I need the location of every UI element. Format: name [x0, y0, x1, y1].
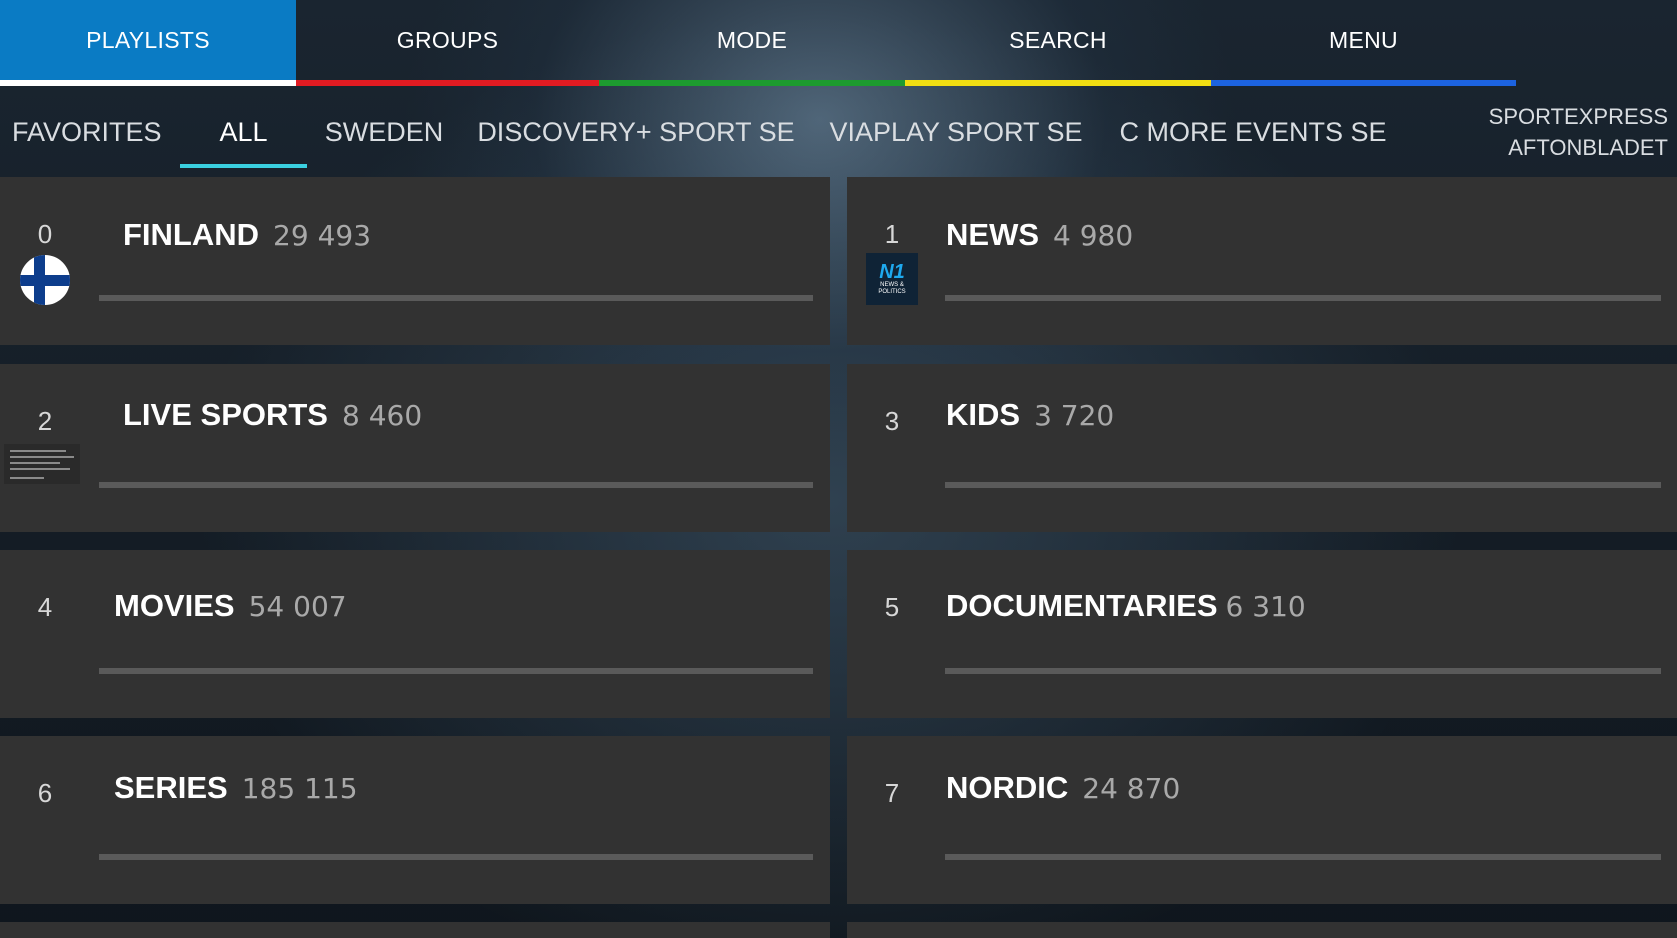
- group-card-partial-right[interactable]: [847, 922, 1677, 938]
- group-progress-bar: [945, 482, 1661, 488]
- nav-mode-label: MODE: [716, 26, 788, 53]
- group-card-series[interactable]: 6 SERIES 185 115: [0, 736, 830, 904]
- group-count: 54 007: [248, 590, 347, 623]
- group-name: NEWS: [946, 217, 1039, 252]
- tab-sportexpress-label: SPORTEXPRESS: [1488, 104, 1668, 129]
- playlist-tabs: FAVORITES ALL SWEDEN DISCOVERY+ SPORT SE…: [0, 86, 1677, 178]
- finland-flag-icon: [20, 255, 70, 305]
- group-name: FINLAND: [123, 217, 260, 252]
- nav-groups-button[interactable]: GROUPS: [296, 0, 599, 86]
- group-card-news[interactable]: 1 N1 NEWS & POLITICS NEWS 4 980: [847, 177, 1677, 345]
- group-index: 6: [37, 778, 53, 808]
- nav-menu-button[interactable]: MENU: [1211, 0, 1516, 86]
- group-title: SERIES 185 115: [114, 770, 358, 806]
- sports-thumbnail: [4, 444, 80, 484]
- group-count: 6 310: [1225, 590, 1306, 623]
- group-name: DOCUMENTARIES: [946, 588, 1218, 623]
- group-index: 4: [37, 592, 53, 622]
- group-count: 24 870: [1082, 772, 1181, 805]
- group-index: 0: [37, 219, 53, 249]
- group-progress-bar: [99, 295, 813, 301]
- tab-all-underline: [180, 164, 307, 168]
- top-navigation: PLAYLISTS GROUPS MODE SEARCH MENU: [0, 0, 1677, 86]
- group-card-finland[interactable]: 0 FINLAND 29 493: [0, 177, 830, 345]
- nav-search-button[interactable]: SEARCH: [905, 0, 1211, 86]
- group-count: 3 720: [1034, 399, 1115, 432]
- iptv-app-screen: PLAYLISTS GROUPS MODE SEARCH MENU FAVORI…: [0, 0, 1677, 938]
- group-count: 29 493: [273, 219, 372, 252]
- group-count: 185 115: [241, 772, 358, 805]
- group-progress-bar: [99, 854, 813, 860]
- group-name: MOVIES: [114, 588, 235, 623]
- nav-menu-label: MENU: [1329, 26, 1398, 53]
- group-card-movies[interactable]: 4 MOVIES 54 007: [0, 550, 830, 718]
- group-card-partial-left[interactable]: [0, 922, 830, 938]
- nav-groups-label: GROUPS: [396, 26, 499, 53]
- group-name: KIDS: [946, 397, 1021, 432]
- group-count: 4 980: [1053, 219, 1134, 252]
- tab-favorites[interactable]: FAVORITES: [12, 86, 162, 178]
- group-title: NORDIC 24 870: [946, 770, 1180, 806]
- tab-viaplay-sport-se-label: VIAPLAY SPORT SE: [829, 116, 1083, 147]
- group-card-kids[interactable]: 3 KIDS 3 720: [847, 364, 1677, 532]
- group-index: 2: [37, 406, 53, 436]
- group-index: 1: [884, 219, 900, 249]
- group-progress-bar: [99, 668, 813, 674]
- tab-aftonbladet-label: AFTONBLADET: [1508, 135, 1668, 160]
- group-card-documentaries[interactable]: 5 DOCUMENTARIES 6 310: [847, 550, 1677, 718]
- group-title: LIVE SPORTS 8 460: [123, 397, 422, 433]
- group-name: LIVE SPORTS: [123, 397, 328, 432]
- tab-discovery-sport-se[interactable]: DISCOVERY+ SPORT SE: [477, 86, 795, 178]
- group-index: 5: [884, 592, 900, 622]
- tab-all-label: ALL: [219, 116, 268, 147]
- n1-logo-text: N1: [879, 261, 905, 283]
- tab-c-more-events-se[interactable]: C MORE EVENTS SE: [1119, 86, 1387, 178]
- group-card-nordic[interactable]: 7 NORDIC 24 870: [847, 736, 1677, 904]
- tab-sportexpress-aftonbladet[interactable]: SPORTEXPRESS AFTONBLADET: [1470, 86, 1668, 178]
- tab-sweden[interactable]: SWEDEN: [322, 86, 446, 178]
- nav-playlists-label: PLAYLISTS: [86, 26, 210, 53]
- tab-viaplay-sport-se[interactable]: VIAPLAY SPORT SE: [824, 86, 1088, 178]
- n1-news-logo: N1 NEWS & POLITICS: [866, 253, 918, 305]
- group-title: FINLAND 29 493: [123, 217, 371, 253]
- group-title: KIDS 3 720: [946, 397, 1114, 433]
- group-title: NEWS 4 980: [946, 217, 1133, 253]
- group-name: NORDIC: [946, 770, 1069, 805]
- group-title: MOVIES 54 007: [114, 588, 347, 624]
- tab-sweden-label: SWEDEN: [324, 116, 444, 147]
- group-index: 7: [884, 778, 900, 808]
- tab-discovery-sport-se-label: DISCOVERY+ SPORT SE: [477, 116, 795, 147]
- n1-logo-subtext: NEWS & POLITICS: [878, 282, 906, 295]
- group-count: 8 460: [341, 399, 423, 432]
- group-progress-bar: [99, 482, 813, 488]
- nav-playlists-button[interactable]: PLAYLISTS: [0, 0, 296, 86]
- tab-all[interactable]: ALL: [180, 86, 307, 178]
- nav-search-label: SEARCH: [1009, 26, 1107, 53]
- group-index: 3: [884, 406, 900, 436]
- group-progress-bar: [945, 854, 1661, 860]
- group-progress-bar: [945, 295, 1661, 301]
- group-title: DOCUMENTARIES 6 310: [946, 588, 1306, 624]
- nav-mode-button[interactable]: MODE: [599, 0, 905, 86]
- group-card-live-sports[interactable]: 2 LIVE SPORTS 8 460: [0, 364, 830, 532]
- group-progress-bar: [945, 668, 1661, 674]
- tab-c-more-events-se-label: C MORE EVENTS SE: [1119, 116, 1387, 147]
- group-name: SERIES: [114, 770, 228, 805]
- tab-favorites-label: FAVORITES: [12, 116, 162, 147]
